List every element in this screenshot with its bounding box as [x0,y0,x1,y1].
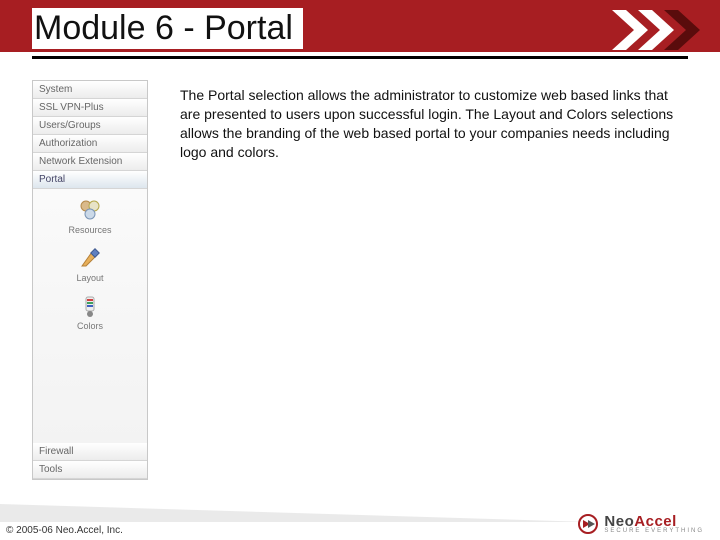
body-text: The Portal selection allows the administ… [180,80,688,480]
resources-icon [77,197,103,223]
sidebar-item-network-extension[interactable]: Network Extension [33,153,147,171]
sidebar-item-tools[interactable]: Tools [33,461,147,479]
sidebar-item-authorization[interactable]: Authorization [33,135,147,153]
sidebar-item-label: Portal [39,174,65,185]
sidebar-item-sslvpn[interactable]: SSL VPN-Plus [33,99,147,117]
logo-mark-icon [578,514,598,534]
arrows-icon [612,6,702,54]
sidebar-item-label: Authorization [39,138,97,149]
logo-tagline: SECURE EVERYTHING [604,528,704,534]
sidebar-item-label: Tools [39,464,62,475]
portal-entry-label: Colors [77,321,103,331]
layout-icon [77,245,103,271]
content-area: System SSL VPN-Plus Users/Groups Authori… [32,80,688,480]
colors-icon [77,293,103,319]
sidebar-item-usersgroups[interactable]: Users/Groups [33,117,147,135]
portal-subsection: Resources Layout Colors [33,189,147,443]
sidebar-item-label: Network Extension [39,156,122,167]
sidebar-item-label: Firewall [39,446,73,457]
sidebar-item-label: SSL VPN-Plus [39,102,104,113]
sidebar-item-firewall[interactable]: Firewall [33,443,147,461]
sidebar-item-label: Users/Groups [39,120,101,131]
slide-header: Module 6 - Portal [0,0,720,72]
portal-entry-layout[interactable]: Layout [76,245,103,283]
sidebar-bottom-group: Firewall Tools [33,443,147,479]
portal-entry-colors[interactable]: Colors [77,293,103,331]
sidebar-item-label: System [39,84,72,95]
sidebar-item-portal[interactable]: Portal [33,171,147,189]
portal-entry-label: Resources [68,225,111,235]
slide-title: Module 6 - Portal [32,8,303,49]
portal-entry-label: Layout [76,273,103,283]
portal-entry-resources[interactable]: Resources [68,197,111,235]
logo-text-block: NeoAccel SECURE EVERYTHING [604,513,704,534]
slide-footer: © 2005-06 Neo.Accel, Inc. NeoAccel SECUR… [0,500,720,540]
footer-logo: NeoAccel SECURE EVERYTHING [578,513,704,534]
title-underline [32,56,688,59]
sidebar-panel: System SSL VPN-Plus Users/Groups Authori… [32,80,148,480]
copyright-text: © 2005-06 Neo.Accel, Inc. [6,525,123,536]
sidebar-item-system[interactable]: System [33,81,147,99]
